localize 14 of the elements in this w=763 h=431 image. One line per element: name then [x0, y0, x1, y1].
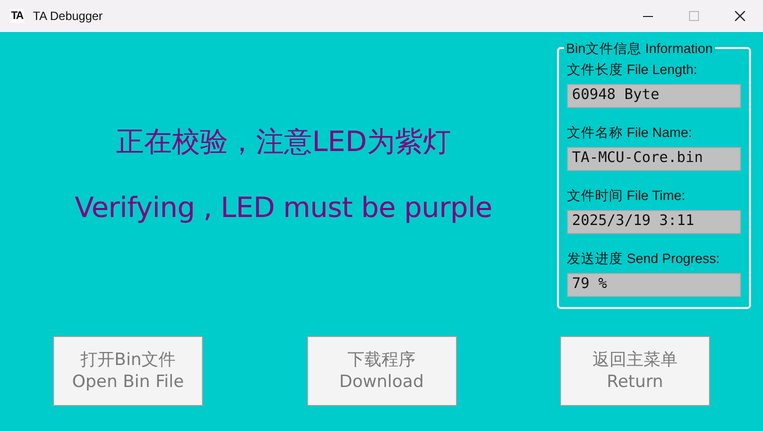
field-label: 文件名称 File Name: — [567, 124, 694, 142]
field-label: 发送进度 Send Progress: — [567, 250, 721, 268]
value-field: 2025/3/19 3:11 — [567, 210, 741, 234]
value-field: 79 % — [567, 273, 741, 297]
window-title: TA Debugger — [32, 9, 103, 23]
value-field: 60948 Byte — [567, 84, 741, 108]
value-field: TA-MCU-Core.bin — [567, 147, 741, 171]
close-icon[interactable] — [735, 11, 745, 21]
status-message: 正在校验，注意LED为紫灯 — [116, 124, 451, 160]
field-label: 文件时间 File Time: — [567, 187, 686, 205]
app-logo: TA — [10, 9, 24, 23]
status-message: Verifying , LED must be purple — [74, 191, 492, 224]
field-label: 文件长度 File Length: — [567, 61, 698, 79]
group-title: Bin文件信息 Information — [564, 40, 715, 58]
